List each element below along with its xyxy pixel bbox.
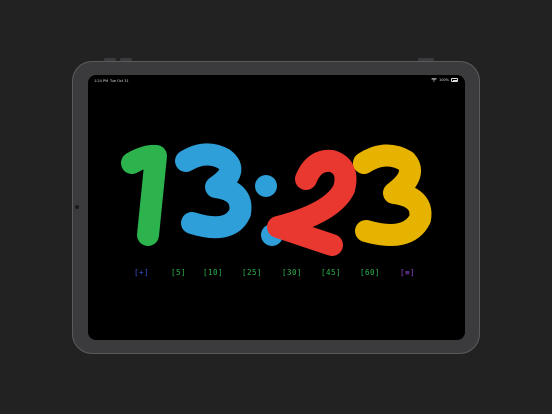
digit-4	[353, 144, 432, 246]
power-button	[418, 58, 434, 61]
timer-30-button[interactable]: [30]	[282, 268, 302, 277]
menu-button[interactable]: [≡]	[400, 268, 415, 277]
controls-bar: [+] [5] [10] [25] [30] [45] [60] [≡]	[88, 268, 465, 282]
timer-10-button[interactable]: [10]	[203, 268, 223, 277]
volume-button	[104, 58, 116, 61]
volume-button	[120, 58, 132, 61]
digit-2	[175, 143, 252, 239]
digit-3	[267, 149, 357, 256]
digit-1	[121, 144, 167, 246]
camera-dot	[75, 205, 79, 209]
timer-45-button[interactable]: [45]	[321, 268, 341, 277]
timer-5-button[interactable]: [5]	[171, 268, 186, 277]
clock-display	[121, 143, 432, 256]
screen: 1:24 PM Tue Oct 31 100% [+] [5] [10] [25…	[88, 75, 465, 340]
timer-25-button[interactable]: [25]	[242, 268, 262, 277]
timer-60-button[interactable]: [60]	[360, 268, 380, 277]
add-button[interactable]: [+]	[134, 268, 149, 277]
